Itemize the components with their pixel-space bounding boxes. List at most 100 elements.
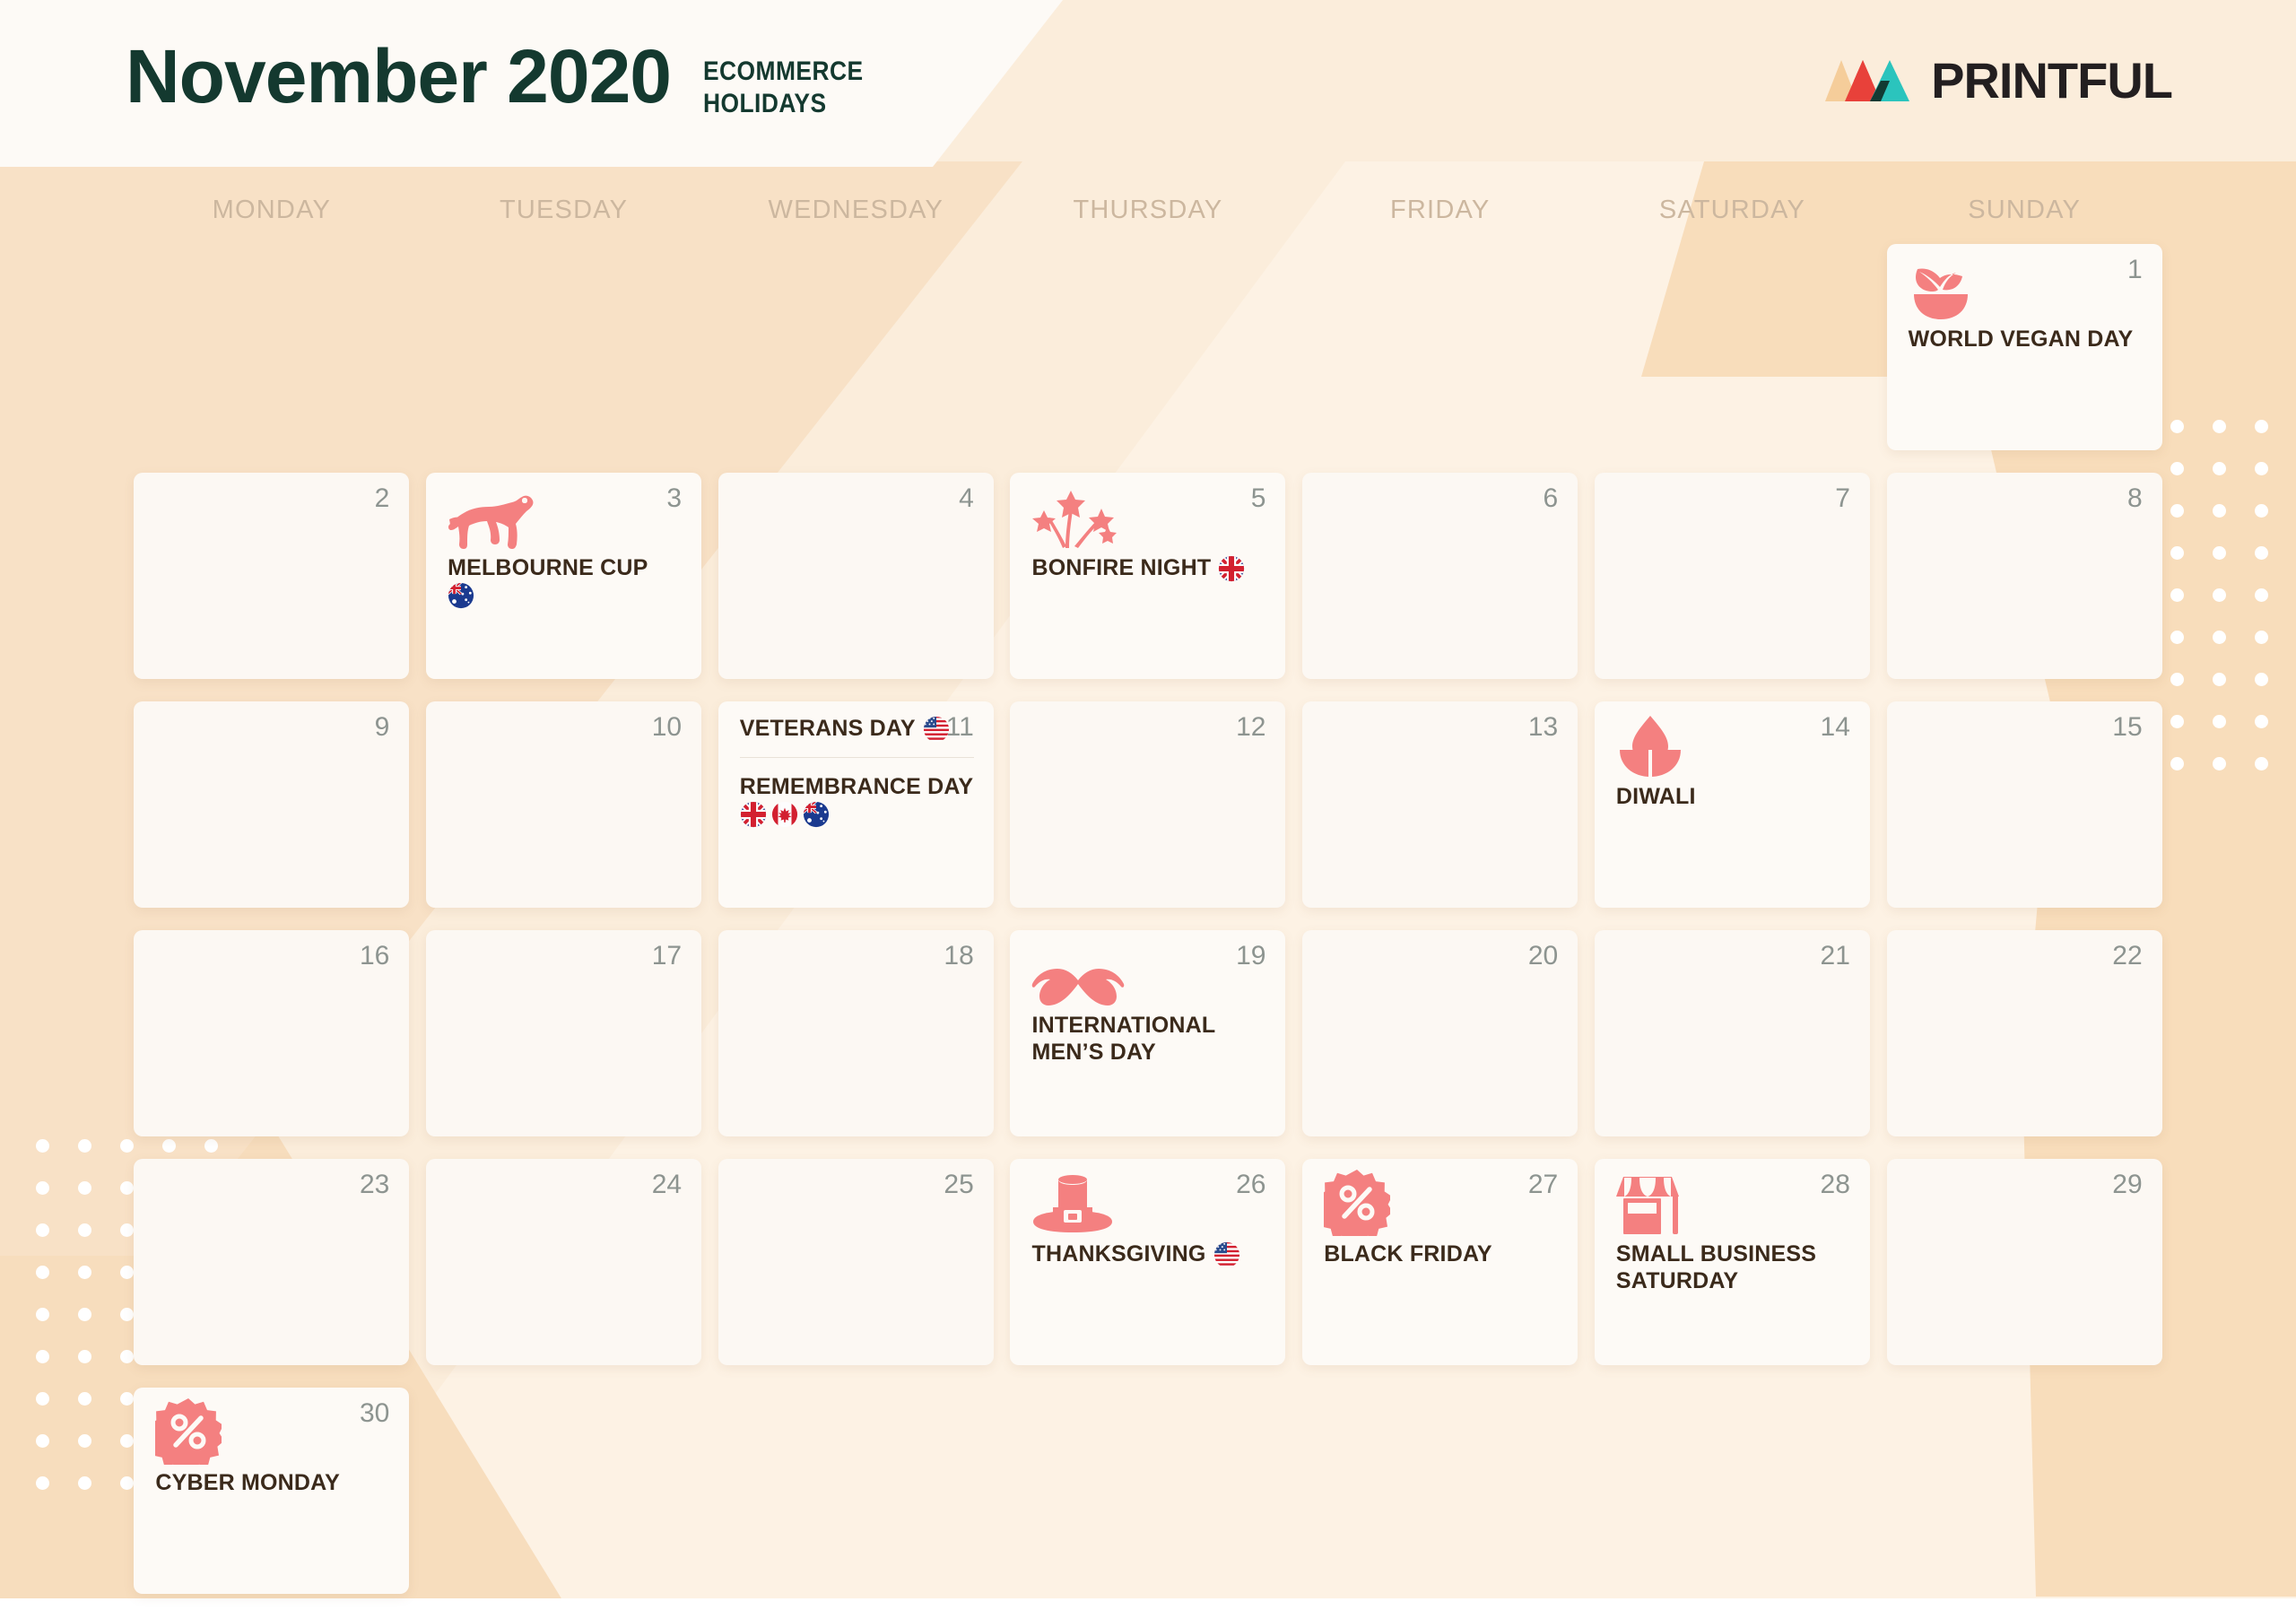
decorative-dot	[2213, 504, 2226, 518]
calendar-day-23[interactable]: 23	[134, 1159, 410, 1365]
calendar-day-10[interactable]: 10	[426, 701, 702, 908]
calendar-day-19[interactable]: 19 INTERNATIONAL MEN’S DAY	[1010, 930, 1286, 1136]
event-label-text: DIWALI	[1615, 784, 1696, 809]
calendar-cell-slot: 13	[1294, 701, 1587, 930]
calendar-day-7[interactable]: 7	[1594, 473, 1870, 679]
subtitle-line-2: HOLIDAYS	[703, 89, 827, 118]
calendar-cell-slot: 20	[1294, 930, 1587, 1159]
event-label-text: VETERANS DAY	[739, 716, 916, 742]
calendar-day-2[interactable]: 2	[134, 473, 410, 679]
calendar-cell-slot	[1294, 1388, 1587, 1616]
fireworks-icon	[1032, 491, 1118, 548]
calendar-cell-slot: 26 THANKSGIVING	[1002, 1159, 1294, 1388]
day-number: 13	[1527, 712, 1559, 742]
calendar-cell-slot: 7	[1587, 473, 1879, 701]
event-flags	[1218, 555, 1245, 582]
day-number: 15	[2112, 712, 2143, 742]
calendar-cell-slot: 5 BONFIRE NIGHT	[1002, 473, 1294, 701]
decorative-dot	[36, 1434, 49, 1448]
weekday-header-row: MONDAY TUESDAY WEDNESDAY THURSDAY FRIDAY SATU…	[126, 196, 2170, 225]
day-number: 19	[1236, 941, 1266, 971]
calendar-day-20[interactable]: 20	[1302, 930, 1578, 1136]
event-entry: BONFIRE NIGHT	[1031, 555, 1265, 582]
calendar-cell-slot: 1 WORLD VEGAN DAY	[1878, 244, 2170, 473]
calendar-cell-slot	[1002, 1388, 1294, 1616]
decorative-dot	[78, 1181, 91, 1195]
decorative-dot	[36, 1223, 49, 1237]
calendar-day-5[interactable]: 5 BONFIRE NIGHT	[1010, 473, 1286, 679]
calendar-cell-slot: 12	[1002, 701, 1294, 930]
calendar-cell-slot: 22	[1878, 930, 2170, 1159]
calendar-day-24[interactable]: 24	[426, 1159, 702, 1365]
decorative-dot	[2213, 588, 2226, 602]
calendar-cell-slot	[709, 1388, 1002, 1616]
calendar-day-3[interactable]: 3 MELBOURNE CUP	[426, 473, 702, 679]
day-number: 12	[1236, 712, 1266, 742]
calendar-grid: 1 WORLD VEGAN DAY 2 3 MELBOURNE CUP 4 5 …	[126, 244, 2170, 1616]
calendar-day-12[interactable]: 12	[1010, 701, 1286, 908]
mustache-icon	[1032, 969, 1125, 1005]
weekday-label-friday: FRIDAY	[1390, 196, 1491, 224]
event-label-text: BONFIRE NIGHT	[1031, 555, 1212, 581]
calendar-day-11[interactable]: 11 VETERANS DAY REMEMBRANCE DAY	[718, 701, 994, 908]
weekday-label-tuesday: TUESDAY	[499, 196, 629, 224]
horse-icon	[448, 495, 534, 549]
event-label-text: BLACK FRIDAY	[1324, 1241, 1492, 1266]
calendar-day-25[interactable]: 25	[718, 1159, 994, 1365]
event-entry: BLACK FRIDAY	[1324, 1241, 1558, 1268]
weekday-label-monday: MONDAY	[212, 196, 332, 224]
calendar-day-22[interactable]: 22	[1886, 930, 2162, 1136]
decorative-dot	[2255, 504, 2268, 518]
event-entry: SMALL BUSINESS SATURDAY	[1616, 1241, 1850, 1294]
calendar-day-1[interactable]: 1 WORLD VEGAN DAY	[1886, 244, 2162, 450]
day-number: 5	[1250, 483, 1266, 513]
event-label-text: REMEMBRANCE DAY	[739, 774, 974, 799]
calendar-day-6[interactable]: 6	[1302, 473, 1578, 679]
calendar-cell-slot	[1878, 1388, 2170, 1616]
event-entry: REMEMBRANCE DAY	[740, 774, 974, 828]
calendar-day-29[interactable]: 29	[1886, 1159, 2162, 1365]
day-number: 22	[2112, 941, 2143, 971]
event-label: MELBOURNE CUP	[448, 555, 682, 609]
percent-badge-icon	[1324, 1170, 1391, 1236]
day-number: 2	[374, 483, 390, 513]
calendar-day-4[interactable]: 4	[718, 473, 994, 679]
calendar-day-14[interactable]: 14 DIWALI	[1594, 701, 1870, 908]
calendar-day-27[interactable]: 27 BLACK FRIDAY	[1302, 1159, 1578, 1365]
calendar-cell-slot: 27 BLACK FRIDAY	[1294, 1159, 1587, 1388]
diya-lamp-icon	[1619, 716, 1681, 777]
vegan-bowl-icon	[1909, 262, 2143, 321]
calendar-day-16[interactable]: 16	[134, 930, 410, 1136]
calendar-day-9[interactable]: 9	[134, 701, 410, 908]
calendar-day-15[interactable]: 15	[1886, 701, 2162, 908]
day-number: 18	[944, 941, 974, 971]
decorative-dot	[2170, 546, 2184, 560]
calendar-day-21[interactable]: 21	[1594, 930, 1870, 1136]
decorative-dot	[2213, 546, 2226, 560]
calendar-day-18[interactable]: 18	[718, 930, 994, 1136]
calendar-day-26[interactable]: 26 THANKSGIVING	[1010, 1159, 1286, 1365]
decorative-dot	[2213, 757, 2226, 770]
event-entry: MELBOURNE CUP	[448, 555, 682, 609]
calendar-cell-slot	[418, 1388, 710, 1616]
day-number: 16	[359, 941, 390, 971]
decorative-dot	[2255, 588, 2268, 602]
calendar-cell-slot: 14 DIWALI	[1587, 701, 1879, 930]
calendar-day-8[interactable]: 8	[1886, 473, 2162, 679]
flag-australia-icon	[448, 582, 474, 608]
decorative-dot	[2255, 546, 2268, 560]
decorative-dot	[2170, 757, 2184, 770]
day-number: 9	[374, 712, 390, 742]
diya-lamp-icon	[1616, 716, 1850, 779]
event-entry: WORLD VEGAN DAY	[1909, 326, 2143, 353]
vegan-bowl-icon	[1913, 268, 1968, 319]
decorative-dot	[78, 1139, 91, 1153]
day-number: 20	[1527, 941, 1559, 971]
calendar-day-28[interactable]: 28 SMALL BUSINESS SATURDAY	[1594, 1159, 1870, 1365]
printful-logo: PRINTFUL	[1825, 56, 2173, 106]
event-label-text: THANKSGIVING	[1031, 1241, 1206, 1267]
decorative-dot	[2170, 715, 2184, 728]
calendar-day-13[interactable]: 13	[1302, 701, 1578, 908]
calendar-day-30[interactable]: 30 CYBER MONDAY	[134, 1388, 410, 1594]
calendar-day-17[interactable]: 17	[426, 930, 702, 1136]
